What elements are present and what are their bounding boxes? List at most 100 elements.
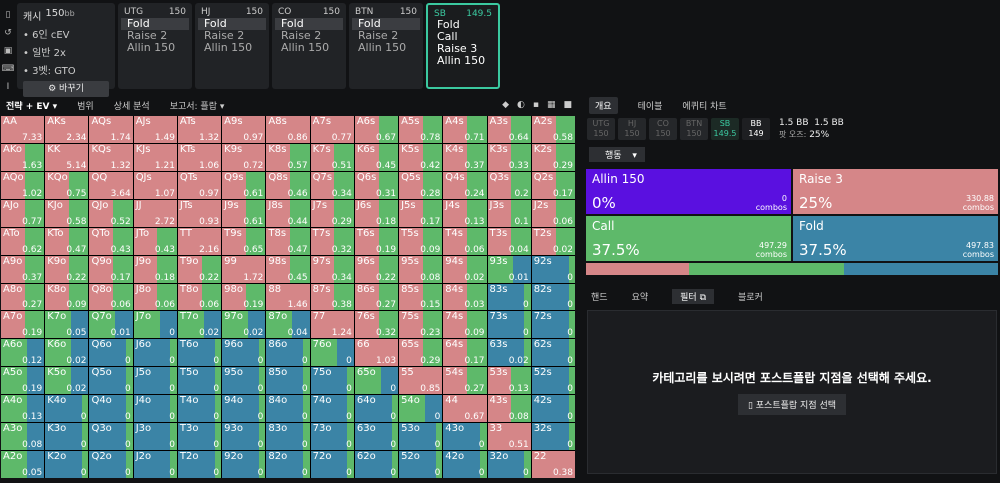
hand-cell[interactable]: K2o 0 — [45, 451, 89, 478]
hand-cell[interactable]: AQo 1.02 — [1, 171, 45, 199]
position-card-btn[interactable]: BTN 150 Fold Raise 2 Allin 150 — [349, 3, 423, 89]
hand-cell[interactable]: 63o 0 — [354, 423, 399, 451]
hand-cell[interactable]: QTs 0.97 — [177, 171, 222, 199]
action-option[interactable]: Allin 150 — [201, 42, 263, 54]
hand-cell[interactable]: 93s 0.01 — [487, 255, 531, 283]
hand-cell[interactable]: K4s 0.37 — [443, 143, 487, 171]
hand-cell[interactable]: QTo 0.43 — [89, 227, 133, 255]
text-cursor-icon[interactable]: Ι — [7, 80, 10, 94]
hand-cell[interactable]: 84o 0 — [266, 395, 310, 423]
action-box[interactable]: Raise 3 25% 330.88 combos — [793, 169, 998, 214]
hand-cell[interactable]: A4s 0.71 — [443, 116, 487, 143]
hand-cell[interactable]: 43o 0 — [443, 423, 487, 451]
hand-cell[interactable]: Q2o 0 — [89, 451, 133, 478]
action-box[interactable]: Allin 150 0% 0 combos — [586, 169, 791, 214]
hand-cell[interactable]: KJs 1.21 — [133, 143, 177, 171]
hand-cell[interactable]: J5o 0 — [133, 367, 177, 395]
hand-cell[interactable]: 99 1.72 — [222, 255, 266, 283]
hand-cell[interactable]: 87s 0.38 — [310, 283, 354, 311]
hand-cell[interactable]: 86o 0 — [266, 339, 310, 367]
action-box[interactable]: Fold 37.5% 497.83 combos — [793, 216, 998, 261]
hand-cell[interactable]: AQs 1.74 — [89, 116, 133, 143]
hand-cell[interactable]: A8s 0.86 — [266, 116, 310, 143]
hand-cell[interactable]: 66 1.03 — [354, 339, 399, 367]
hand-cell[interactable]: K8o 0.09 — [45, 283, 89, 311]
hand-cell[interactable]: Q4s 0.24 — [443, 171, 487, 199]
tab-hands[interactable]: 핸드 — [591, 290, 608, 303]
hand-cell[interactable]: 83s 0 — [487, 283, 531, 311]
hand-cell[interactable]: KTs 1.06 — [177, 143, 222, 171]
hand-cell[interactable]: 87o 0.04 — [266, 311, 310, 339]
hand-cell[interactable]: 73o 0 — [310, 423, 354, 451]
hand-cell[interactable]: Q7o 0.01 — [89, 311, 133, 339]
hand-cell[interactable]: Q8o 0.06 — [89, 283, 133, 311]
hand-cell[interactable]: T5o 0 — [177, 367, 222, 395]
strip-pos-utg[interactable]: UTG 150 — [587, 118, 615, 140]
hand-cell[interactable]: Q6o 0 — [89, 339, 133, 367]
hand-cell[interactable]: T6s 0.19 — [354, 227, 399, 255]
hand-cell[interactable]: T7o 0.02 — [177, 311, 222, 339]
hand-cell[interactable]: 44 0.67 — [443, 395, 487, 423]
hand-cell[interactable]: 65o 0 — [354, 367, 399, 395]
range-tab[interactable]: 범위 — [77, 99, 94, 112]
hand-cell[interactable]: QJo 0.52 — [89, 199, 133, 227]
change-button[interactable]: ⚙ 바꾸기 — [23, 81, 109, 97]
hand-cell[interactable]: Q9s 0.61 — [222, 171, 266, 199]
hand-cell[interactable]: A5s 0.78 — [399, 116, 443, 143]
select-postflop-button[interactable]: ▯ 포스트플랍 지점 선택 — [737, 394, 847, 415]
hand-cell[interactable]: A2s 0.58 — [531, 116, 575, 143]
action-option[interactable]: Allin 150 — [434, 55, 492, 67]
hand-cell[interactable]: K6s 0.45 — [354, 143, 399, 171]
hand-cell[interactable]: K7s 0.51 — [310, 143, 354, 171]
hand-cell[interactable]: 43s 0.08 — [487, 395, 531, 423]
hand-cell[interactable]: Q6s 0.31 — [354, 171, 399, 199]
hand-cell[interactable]: QJs 1.07 — [133, 171, 177, 199]
hand-cell[interactable]: 33 0.51 — [487, 423, 531, 451]
action-box[interactable]: Call 37.5% 497.29 combos — [586, 216, 791, 261]
hand-cell[interactable]: 77 1.24 — [310, 311, 354, 339]
strip-pos-hj[interactable]: HJ 150 — [618, 118, 646, 140]
action-option[interactable]: Allin 150 — [355, 42, 417, 54]
hand-cell[interactable]: K2s 0.29 — [531, 143, 575, 171]
hand-cell[interactable]: A6s 0.67 — [354, 116, 399, 143]
hand-cell[interactable]: Q4o 0 — [89, 395, 133, 423]
hand-cell[interactable]: 74o 0 — [310, 395, 354, 423]
hand-cell[interactable]: K5s 0.42 — [399, 143, 443, 171]
hand-cell[interactable]: 82s 0 — [531, 283, 575, 311]
hand-cell[interactable]: 55 0.85 — [399, 367, 443, 395]
hand-cell[interactable]: K3s 0.33 — [487, 143, 531, 171]
hand-cell[interactable]: 72s 0 — [531, 311, 575, 339]
hand-cell[interactable]: T3o 0 — [177, 423, 222, 451]
hand-cell[interactable]: 62s 0 — [531, 339, 575, 367]
hand-cell[interactable]: A4o 0.13 — [1, 395, 45, 423]
hand-cell[interactable]: A7o 0.19 — [1, 311, 45, 339]
hand-cell[interactable]: AJs 1.49 — [133, 116, 177, 143]
position-card-sb[interactable]: SB 149.5 Fold Call Raise 3 Allin 150 — [426, 3, 500, 89]
hand-cell[interactable]: 97o 0.02 — [222, 311, 266, 339]
hand-cell[interactable]: 96s 0.22 — [354, 255, 399, 283]
hand-cell[interactable]: 53o 0 — [399, 423, 443, 451]
hand-cell[interactable]: 94s 0.02 — [443, 255, 487, 283]
tab-summary[interactable]: 요약 — [632, 290, 649, 303]
hand-cell[interactable]: 95s 0.08 — [399, 255, 443, 283]
bookmark-icon[interactable]: ▯ — [6, 8, 11, 22]
hand-cell[interactable]: 88 1.46 — [266, 283, 310, 311]
hand-cell[interactable]: J7s 0.29 — [310, 199, 354, 227]
hand-cell[interactable]: J6o 0 — [133, 339, 177, 367]
hand-cell[interactable]: J7o 0 — [133, 311, 177, 339]
hand-cell[interactable]: K9o 0.22 — [45, 255, 89, 283]
hand-cell[interactable]: J5s 0.17 — [399, 199, 443, 227]
hand-cell[interactable]: ATo 0.62 — [1, 227, 45, 255]
action-option[interactable]: Allin 150 — [278, 42, 340, 54]
hand-cell[interactable]: J3o 0 — [133, 423, 177, 451]
hand-cell[interactable]: 54o 0 — [399, 395, 443, 423]
hand-cell[interactable]: JTo 0.43 — [133, 227, 177, 255]
strategy-ev-dropdown[interactable]: 전략 + EV ▾ — [6, 99, 57, 112]
hand-cell[interactable]: 97s 0.34 — [310, 255, 354, 283]
hand-cell[interactable]: K8s 0.57 — [266, 143, 310, 171]
hand-cell[interactable]: Q5s 0.28 — [399, 171, 443, 199]
hand-cell[interactable]: J8s 0.44 — [266, 199, 310, 227]
hand-cell[interactable]: 52o 0 — [399, 451, 443, 478]
hand-cell[interactable]: A3o 0.08 — [1, 423, 45, 451]
hand-cell[interactable]: T6o 0 — [177, 339, 222, 367]
